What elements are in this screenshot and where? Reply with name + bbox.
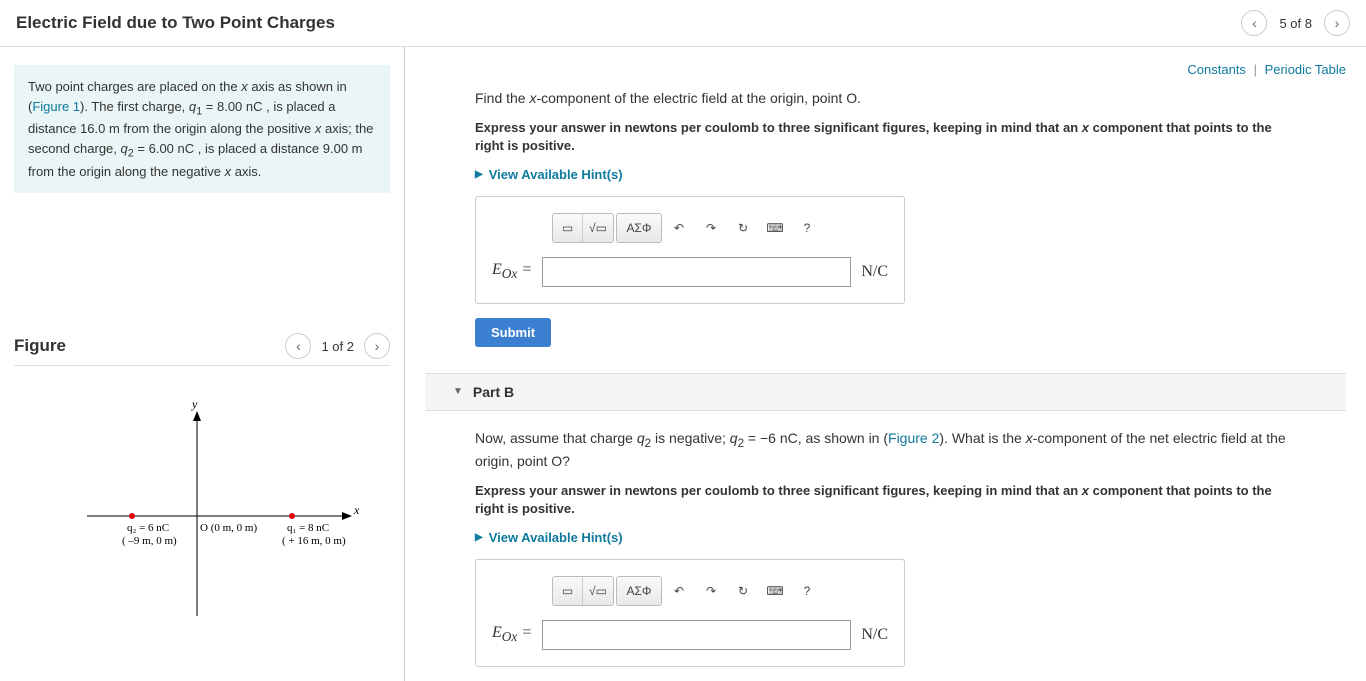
y-axis-label: y — [191, 397, 198, 411]
figure-position: 1 of 2 — [321, 339, 354, 354]
template-button[interactable]: ▭ — [553, 577, 583, 605]
help-button[interactable]: ? — [792, 214, 822, 242]
prev-button[interactable]: ‹ — [1241, 10, 1267, 36]
part-b-answer-input[interactable] — [542, 620, 851, 650]
figure-nav: ‹ 1 of 2 › — [285, 333, 390, 359]
part-b-hints-toggle[interactable]: View Available Hint(s) — [475, 530, 1296, 545]
page-header: Electric Field due to Two Point Charges … — [0, 0, 1366, 47]
reset-button[interactable]: ↻ — [728, 577, 758, 605]
greek-button[interactable]: ΑΣΦ — [617, 214, 661, 242]
part-a-question: Find the x-component of the electric fie… — [475, 89, 1296, 109]
greek-button[interactable]: ΑΣΦ — [617, 577, 661, 605]
part-b-header[interactable]: Part B — [425, 373, 1346, 411]
redo-button[interactable]: ↷ — [696, 214, 726, 242]
periodic-table-link[interactable]: Periodic Table — [1265, 62, 1346, 77]
constants-link[interactable]: Constants — [1187, 62, 1246, 77]
figure-prev-button[interactable]: ‹ — [285, 333, 311, 359]
figure-diagram: y x q₂ = 6 nC ( –9 m, 0 m) O (0 m, 0 m) … — [14, 366, 390, 636]
part-b-question: Now, assume that charge q2 is negative; … — [475, 429, 1296, 472]
keyboard-button[interactable]: ⌨ — [760, 577, 790, 605]
part-a-answer-unit: N/C — [861, 263, 888, 281]
part-a-toolbar: ▭ √▭ ΑΣΦ ↶ ↷ ↻ ⌨ ? — [552, 213, 888, 243]
sqrt-button[interactable]: √▭ — [583, 577, 613, 605]
part-a-submit-button[interactable]: Submit — [475, 318, 551, 347]
top-links: Constants | Periodic Table — [425, 62, 1346, 77]
q1-label-bot: ( + 16 m, 0 m) — [282, 535, 346, 547]
help-button[interactable]: ? — [792, 577, 822, 605]
part-b-answer-unit: N/C — [861, 626, 888, 644]
reset-button[interactable]: ↻ — [728, 214, 758, 242]
figure-next-button[interactable]: › — [364, 333, 390, 359]
sqrt-button[interactable]: √▭ — [583, 214, 613, 242]
problem-statement: Two point charges are placed on the x ax… — [14, 65, 390, 193]
part-a-answer-label: EOx = — [492, 261, 532, 282]
template-button[interactable]: ▭ — [553, 214, 583, 242]
part-b-instruction: Express your answer in newtons per coulo… — [475, 482, 1296, 518]
undo-button[interactable]: ↶ — [664, 214, 694, 242]
part-a-instruction: Express your answer in newtons per coulo… — [475, 119, 1296, 155]
part-a-answer-box: ▭ √▭ ΑΣΦ ↶ ↷ ↻ ⌨ ? EOx = N/C — [475, 196, 905, 304]
q2-label-bot: ( –9 m, 0 m) — [122, 535, 177, 547]
part-b-answer-label: EOx = — [492, 624, 532, 645]
undo-button[interactable]: ↶ — [664, 577, 694, 605]
next-button[interactable]: › — [1324, 10, 1350, 36]
origin-label: O (0 m, 0 m) — [200, 522, 257, 534]
figure-title: Figure — [14, 336, 66, 356]
figure-header: Figure ‹ 1 of 2 › — [14, 333, 390, 366]
part-a-answer-input[interactable] — [542, 257, 851, 287]
page-position: 5 of 8 — [1279, 16, 1312, 31]
part-b-answer-box: ▭ √▭ ΑΣΦ ↶ ↷ ↻ ⌨ ? EOx = N/C — [475, 559, 905, 667]
part-b-title: Part B — [473, 384, 514, 400]
page-nav: ‹ 5 of 8 › — [1241, 10, 1350, 36]
q2-label-top: q₂ = 6 nC — [127, 522, 169, 534]
redo-button[interactable]: ↷ — [696, 577, 726, 605]
q1-label-top: q₁ = 8 nC — [287, 522, 329, 534]
page-title: Electric Field due to Two Point Charges — [16, 13, 335, 33]
part-a-hints-toggle[interactable]: View Available Hint(s) — [475, 167, 1296, 182]
keyboard-button[interactable]: ⌨ — [760, 214, 790, 242]
x-axis-label: x — [353, 503, 360, 517]
part-b-toolbar: ▭ √▭ ΑΣΦ ↶ ↷ ↻ ⌨ ? — [552, 576, 888, 606]
